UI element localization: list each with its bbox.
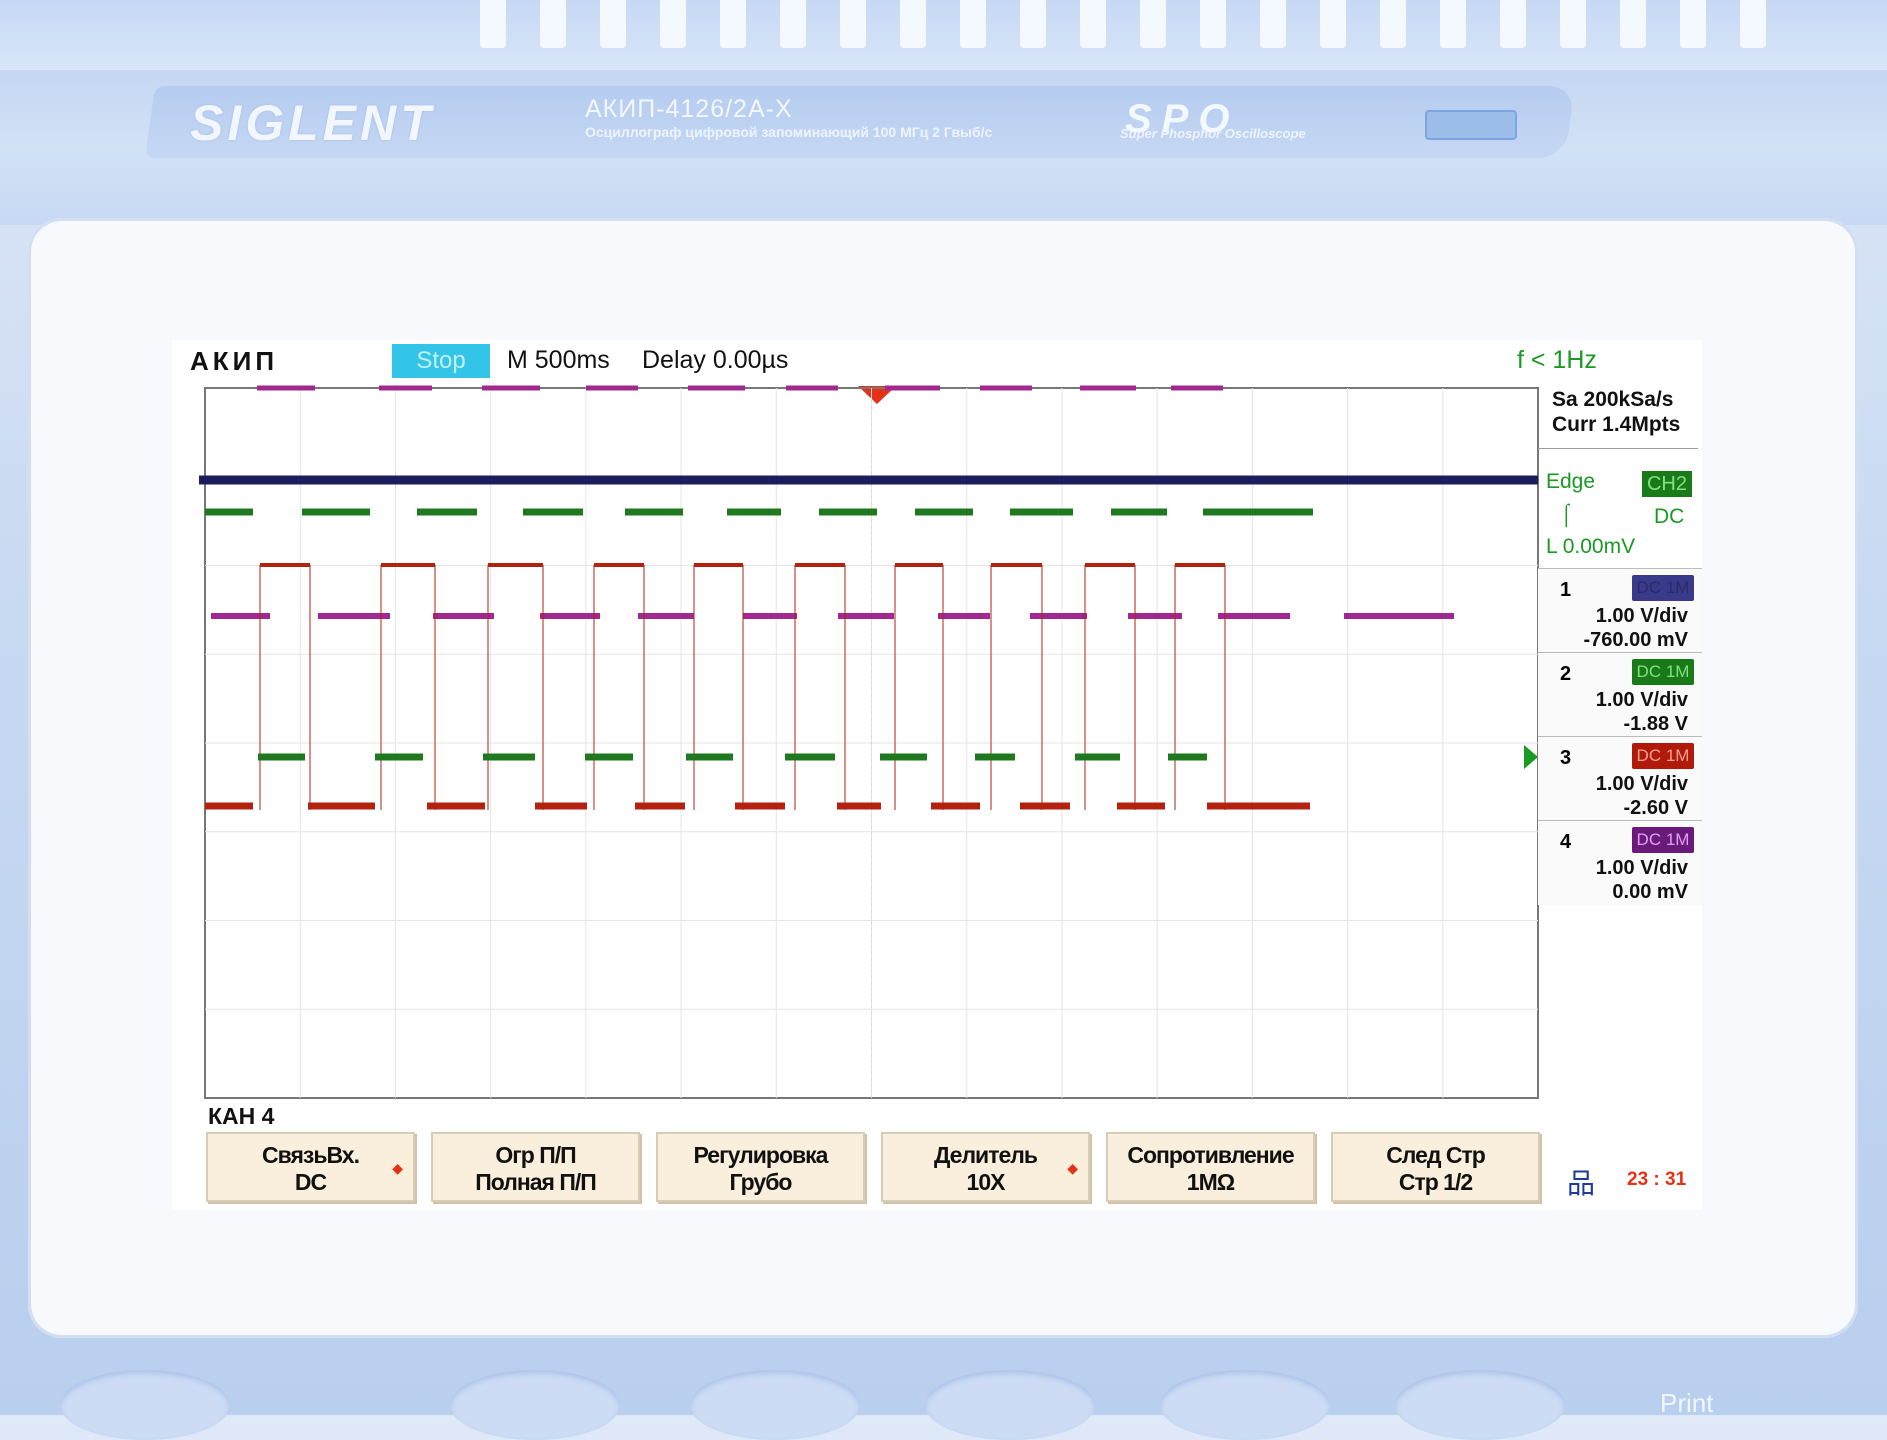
- panel-divider: [1538, 448, 1698, 449]
- button-line1: СвязьВх.: [262, 1142, 360, 1168]
- menu-title: КАН 4: [208, 1103, 275, 1129]
- oscilloscope-screen: АКИП Stop M 500ms Delay 0.00µs f < 1Hz S…: [172, 340, 1702, 1210]
- softkey-5[interactable]: [1160, 1370, 1330, 1440]
- trigger-source: CH2: [1642, 471, 1692, 497]
- button-line2: Грубо: [729, 1169, 793, 1195]
- diamond-arrow-icon: ◆: [392, 1160, 403, 1176]
- channel-2-info: 2 DC 1M 1.00 V/div -1.88 V: [1538, 652, 1702, 737]
- button-line2: 10X: [966, 1169, 1006, 1195]
- clock: 23 : 31: [1627, 1169, 1687, 1190]
- channel-offset: -2.60 V: [1623, 797, 1688, 819]
- next-page-button[interactable]: След Стр Стр 1/2: [1331, 1132, 1540, 1202]
- waveform-traces: [199, 385, 1538, 810]
- coupling-button[interactable]: СвязьВх. DC ◆: [206, 1132, 415, 1202]
- channel-3-info: 3 DC 1M 1.00 V/div -2.60 V: [1538, 736, 1702, 821]
- channel-coupling: DC 1M: [1632, 827, 1694, 853]
- button-line2: 1MΩ: [1186, 1169, 1235, 1195]
- certification-badge: [1425, 110, 1517, 140]
- adjust-button[interactable]: Регулировка Грубо: [656, 1132, 865, 1202]
- trigger-level: L 0.00mV: [1546, 535, 1636, 558]
- probe-button[interactable]: Делитель 10X ◆: [881, 1132, 1090, 1202]
- channel-number: 3: [1560, 747, 1572, 769]
- trigger-level-marker: [1524, 745, 1538, 769]
- rising-edge-icon: ⌠: [1560, 503, 1573, 526]
- channel-number: 1: [1560, 579, 1572, 601]
- channel-vdiv: 1.00 V/div: [1595, 857, 1688, 879]
- channel-4-info: 4 DC 1M 1.00 V/div 0.00 mV: [1538, 820, 1702, 905]
- trigger-type: Edge: [1546, 470, 1596, 493]
- brand-logo: SIGLENT: [190, 95, 435, 151]
- channel-vdiv: 1.00 V/div: [1595, 689, 1688, 711]
- diamond-arrow-icon: ◆: [1067, 1160, 1078, 1176]
- channel-coupling: DC 1M: [1632, 575, 1694, 601]
- channel-number: 2: [1560, 663, 1572, 685]
- trigger-coupling: DC: [1654, 505, 1685, 528]
- graticule-grid: [204, 387, 1539, 1099]
- button-line2: DC: [294, 1169, 327, 1195]
- channel-coupling: DC 1M: [1632, 659, 1694, 685]
- softkey-3[interactable]: [690, 1370, 860, 1440]
- memory-depth: Curr 1.4Mpts: [1552, 413, 1681, 436]
- bandwidth-limit-button[interactable]: Огр П/П Полная П/П: [431, 1132, 640, 1202]
- channel-vdiv: 1.00 V/div: [1595, 605, 1688, 627]
- channel-offset: -1.88 V: [1623, 713, 1688, 735]
- print-button-label[interactable]: Print: [1660, 1388, 1713, 1419]
- device-top-vents: [0, 0, 1887, 70]
- softkey-4[interactable]: [925, 1370, 1095, 1440]
- softkey-2[interactable]: [450, 1370, 620, 1440]
- channel-coupling: DC 1M: [1632, 743, 1694, 769]
- button-line1: След Стр: [1386, 1142, 1486, 1168]
- channel-offset: 0.00 mV: [1612, 881, 1688, 903]
- button-line1: Сопротивление: [1127, 1142, 1294, 1168]
- impedance-button[interactable]: Сопротивление 1MΩ: [1106, 1132, 1315, 1202]
- network-icon: 品: [1567, 1168, 1596, 1199]
- channel-1-info: 1 DC 1M 1.00 V/div -760.00 mV: [1538, 568, 1702, 653]
- button-line1: Регулировка: [693, 1142, 829, 1168]
- channel-offset: -760.00 mV: [1583, 629, 1688, 651]
- waveform-display: [199, 385, 1539, 1099]
- sample-rate: Sa 200kSa/s: [1552, 388, 1674, 411]
- button-line2: Стр 1/2: [1398, 1169, 1473, 1195]
- channel-number: 4: [1560, 831, 1572, 853]
- softkey-1[interactable]: [60, 1370, 230, 1440]
- series-text: Super Phosphor Oscilloscope: [1120, 126, 1306, 141]
- softkey-6[interactable]: [1395, 1370, 1565, 1440]
- channel-ground-markers: [1524, 745, 1538, 769]
- button-line1: Делитель: [933, 1142, 1038, 1168]
- channel-vdiv: 1.00 V/div: [1595, 773, 1688, 795]
- button-line2: Полная П/П: [475, 1169, 597, 1195]
- model-description: Осциллограф цифровой запоминающий 100 МГ…: [585, 124, 993, 140]
- button-line1: Огр П/П: [495, 1142, 576, 1168]
- model-label: АКИП-4126/2А-Х: [585, 95, 793, 123]
